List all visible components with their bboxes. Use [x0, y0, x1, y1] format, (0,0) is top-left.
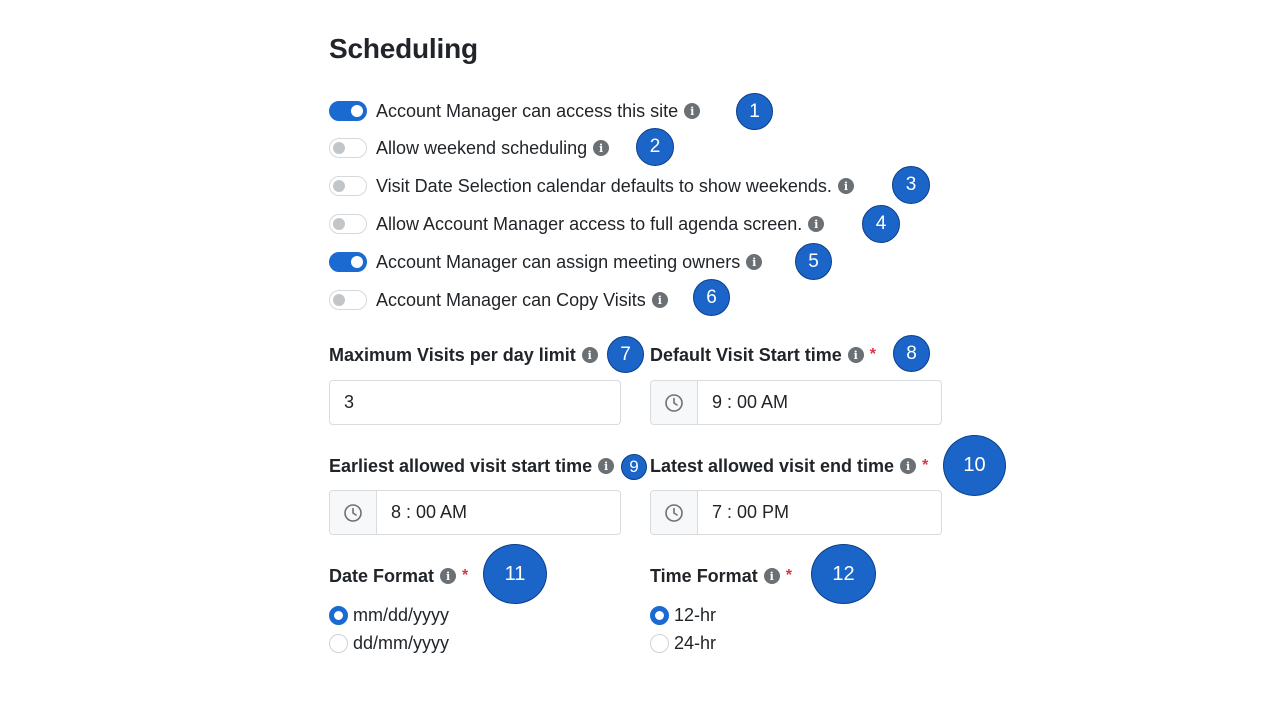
field-label-text: Maximum Visits per day limit [329, 344, 576, 365]
info-icon[interactable]: i [847, 347, 864, 363]
max-visits-value: 3 [344, 392, 355, 412]
copy-visits-toggle[interactable] [329, 290, 367, 310]
radio-label: dd/mm/yyyy [353, 632, 450, 653]
field-label-text: Earliest allowed visit start time [329, 455, 593, 476]
callout-badge-11: 11 [483, 544, 547, 604]
info-icon[interactable]: i [581, 347, 598, 363]
field-label-text: Latest allowed visit end time [650, 455, 895, 476]
toggle-row-access-site: Account Manager can access this site i [329, 99, 701, 123]
clock-icon [651, 381, 698, 424]
field-label-text: Time Format [650, 565, 758, 586]
callout-badge-8: 8 [893, 335, 930, 372]
full-agenda-toggle[interactable] [329, 214, 367, 234]
info-icon[interactable]: i [593, 140, 610, 156]
date-format-option-ddmmyyyy[interactable]: dd/mm/yyyy [329, 632, 449, 654]
info-icon[interactable]: i [598, 458, 615, 474]
callout-badge-6: 6 [693, 279, 730, 316]
required-asterisk: * [869, 346, 876, 363]
clock-icon [330, 491, 377, 534]
calendar-weekends-toggle[interactable] [329, 176, 367, 196]
toggle-row-copy-visits: Account Manager can Copy Visits i [329, 288, 668, 312]
callout-badge-9: 9 [621, 454, 647, 480]
info-icon[interactable]: i [763, 568, 780, 584]
callout-badge-5: 5 [795, 243, 832, 280]
required-asterisk: * [462, 567, 469, 584]
radio-button-selected[interactable] [329, 605, 348, 625]
toggle-row-full-agenda: Allow Account Manager access to full age… [329, 212, 825, 236]
callout-badge-7: 7 [607, 336, 644, 373]
field-label-text: Default Visit Start time [650, 344, 842, 365]
date-format-option-mmddyyyy[interactable]: mm/dd/yyyy [329, 604, 449, 626]
radio-button[interactable] [650, 633, 669, 653]
radio-label: mm/dd/yyyy [353, 604, 450, 625]
info-icon[interactable]: i [900, 458, 917, 474]
date-format-label: Date Format i * [329, 564, 468, 588]
access-site-toggle[interactable] [329, 101, 367, 121]
time-format-option-12hr[interactable]: 12-hr [650, 604, 716, 626]
page-title: Scheduling [329, 33, 478, 64]
required-asterisk: * [785, 567, 792, 584]
time-format-label: Time Format i * [650, 564, 792, 588]
toggle-label: Account Manager can access this site [376, 100, 679, 121]
latest-end-time-input[interactable]: 7 : 00 PM [650, 490, 942, 535]
earliest-start-time-input[interactable]: 8 : 00 AM [329, 490, 621, 535]
time-format-option-24hr[interactable]: 24-hr [650, 632, 716, 654]
info-icon[interactable]: i [440, 568, 457, 584]
info-icon[interactable]: i [684, 103, 701, 119]
callout-badge-10: 10 [943, 435, 1006, 496]
radio-label: 24-hr [674, 632, 717, 653]
toggle-row-calendar-weekends: Visit Date Selection calendar defaults t… [329, 174, 854, 198]
radio-label: 12-hr [674, 604, 717, 625]
info-icon[interactable]: i [837, 178, 854, 194]
callout-badge-12: 12 [811, 544, 876, 604]
required-asterisk: * [922, 457, 929, 474]
toggle-label: Account Manager can Copy Visits [376, 289, 646, 310]
callout-badge-3: 3 [892, 166, 930, 204]
callout-badge-1: 1 [736, 93, 773, 130]
field-label-text: Date Format [329, 565, 435, 586]
weekend-scheduling-toggle[interactable] [329, 138, 367, 158]
default-start-time-value: 9 : 00 AM [712, 392, 789, 412]
toggle-label: Visit Date Selection calendar defaults t… [376, 175, 832, 196]
meeting-owners-toggle[interactable] [329, 252, 367, 272]
earliest-start-time-value: 8 : 00 AM [391, 502, 468, 522]
callout-badge-4: 4 [862, 205, 900, 243]
toggle-label: Allow Account Manager access to full age… [376, 213, 803, 234]
latest-end-label: Latest allowed visit end time i * [650, 454, 928, 478]
default-start-label: Default Visit Start time i * [650, 343, 876, 367]
radio-button-selected[interactable] [650, 605, 669, 625]
max-visits-label: Maximum Visits per day limit i [329, 343, 598, 367]
toggle-row-meeting-owners: Account Manager can assign meeting owner… [329, 250, 763, 274]
callout-badge-2: 2 [636, 128, 674, 166]
clock-icon [651, 491, 698, 534]
max-visits-input[interactable]: 3 [329, 380, 621, 425]
info-icon[interactable]: i [808, 216, 825, 232]
earliest-start-label: Earliest allowed visit start time i [329, 454, 615, 478]
toggle-row-weekend-scheduling: Allow weekend scheduling i [329, 136, 610, 160]
toggle-label: Allow weekend scheduling [376, 137, 588, 158]
info-icon[interactable]: i [746, 254, 763, 270]
radio-button[interactable] [329, 633, 348, 653]
latest-end-time-value: 7 : 00 PM [712, 502, 790, 522]
info-icon[interactable]: i [651, 292, 668, 308]
default-start-time-input[interactable]: 9 : 00 AM [650, 380, 942, 425]
toggle-label: Account Manager can assign meeting owner… [376, 251, 741, 272]
